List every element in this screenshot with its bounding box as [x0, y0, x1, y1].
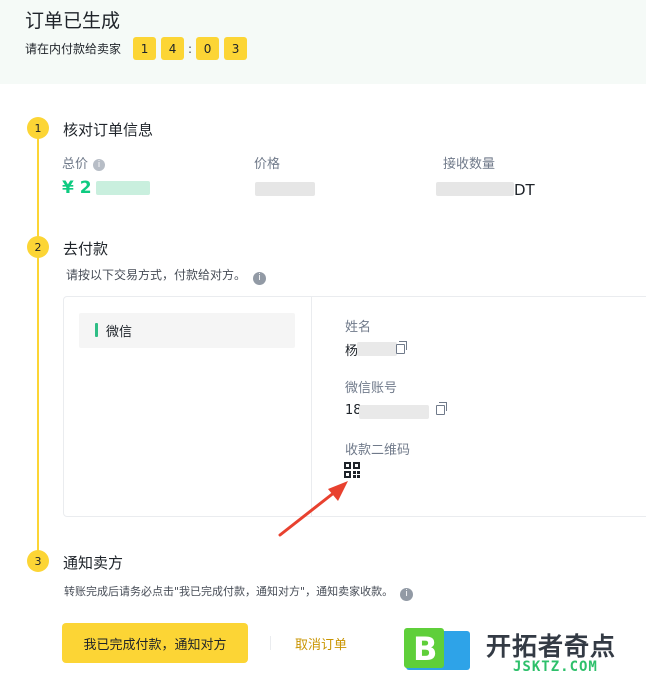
- countdown-colon: :: [188, 41, 193, 56]
- total-price-value: ¥ 2: [62, 178, 92, 198]
- watermark-logo-icon: B: [404, 628, 470, 670]
- step-2-title: 去付款: [63, 240, 109, 258]
- payment-method-label: 微信: [106, 325, 133, 340]
- annotation-arrow-icon: [278, 481, 348, 537]
- redacted-name: [357, 342, 397, 356]
- redacted-total: [96, 181, 150, 195]
- payment-hint: 请按以下交易方式，付款给对方。 i: [66, 266, 267, 285]
- countdown-label: 请在内付款给卖家: [25, 42, 122, 56]
- watermark-domain: JSKTZ.COM: [513, 659, 598, 675]
- copy-icon[interactable]: [396, 341, 407, 354]
- countdown-minute-tens: 1: [133, 37, 157, 60]
- method-indicator: [95, 323, 98, 337]
- step-2-badge: 2: [27, 236, 49, 258]
- payment-hint-text: 请按以下交易方式，付款给对方。: [66, 268, 247, 282]
- step-3-badge: 3: [27, 550, 49, 572]
- quantity-unit: DT: [514, 181, 535, 199]
- notify-hint: 转账完成后请务必点击"我已完成付款，通知对方"，通知卖家收款。 i: [64, 583, 414, 601]
- wechat-account-label: 微信账号: [345, 381, 398, 396]
- page-title: 订单已生成: [25, 10, 121, 32]
- info-icon[interactable]: i: [400, 588, 414, 601]
- redacted-account: [359, 405, 429, 419]
- watermark-name: 开拓者奇点: [486, 632, 617, 661]
- redacted-price: [255, 182, 315, 196]
- countdown-second-ones: 3: [224, 37, 248, 60]
- cancel-order-link[interactable]: 取消订单: [295, 634, 347, 653]
- notify-hint-text: 转账完成后请务必点击"我已完成付款，通知对方"，通知卖家收款。: [64, 585, 394, 598]
- unit-price-label: 价格: [254, 157, 281, 172]
- total-price-label-text: 总价: [62, 157, 89, 172]
- info-icon[interactable]: i: [253, 272, 267, 285]
- step-3-title: 通知卖方: [63, 554, 124, 572]
- countdown-second-tens: 0: [196, 37, 220, 60]
- step-1-title: 核对订单信息: [63, 121, 154, 139]
- countdown: 请在内付款给卖家 1 4 : 0 3: [25, 37, 252, 60]
- total-price-label: 总价 i: [62, 153, 106, 172]
- qr-code-label: 收款二维码: [345, 443, 411, 458]
- countdown-minute-ones: 4: [161, 37, 185, 60]
- svg-text:B: B: [413, 630, 437, 668]
- confirm-payment-button[interactable]: 我已完成付款，通知对方: [62, 623, 248, 663]
- redacted-quantity: [436, 182, 514, 196]
- receive-quantity-label: 接收数量: [443, 157, 496, 172]
- copy-icon[interactable]: [436, 402, 447, 415]
- step-progress-line: [37, 132, 39, 564]
- info-icon[interactable]: i: [93, 159, 106, 171]
- button-separator: [270, 636, 271, 650]
- payee-name-label: 姓名: [345, 320, 372, 335]
- step-1-badge: 1: [27, 117, 49, 139]
